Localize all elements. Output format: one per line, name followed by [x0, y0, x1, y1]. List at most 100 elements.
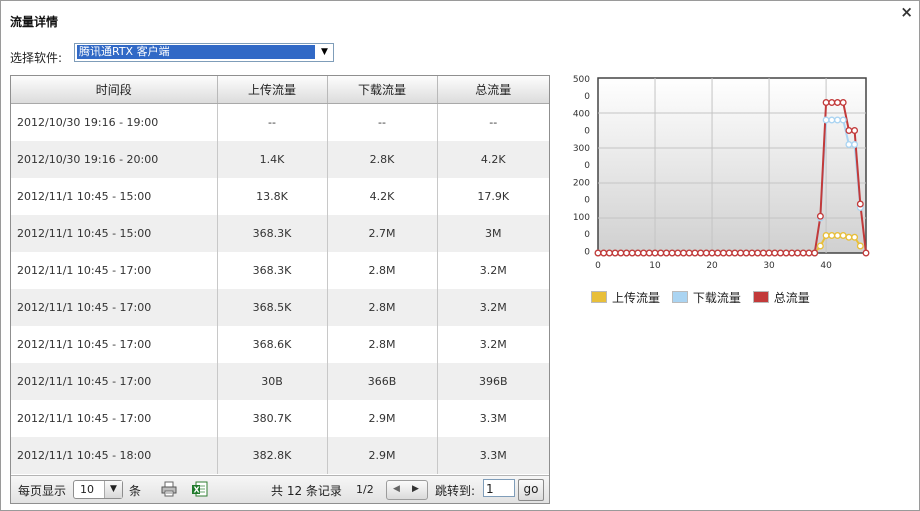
legend-label: 下载流量 [692, 291, 741, 305]
per-page-select[interactable]: 10 ▼ [73, 480, 123, 499]
data-point [611, 249, 619, 257]
table-row[interactable]: 2012/11/1 10:45 - 17:00 368.3K 2.8M 3.2M [11, 252, 549, 289]
record-count: 共 12 条记录 [271, 484, 342, 498]
next-page-icon[interactable]: ▶ [412, 484, 419, 494]
data-point [788, 249, 796, 257]
legend-label: 总流量 [773, 291, 810, 305]
go-button[interactable]: go [518, 479, 544, 501]
data-point [816, 212, 824, 220]
data-point [674, 249, 682, 257]
data-point [605, 249, 613, 257]
data-point [617, 249, 625, 257]
cell-upload: 368.3K [217, 252, 328, 289]
data-point [828, 232, 836, 239]
data-point [759, 249, 767, 257]
x-tick-label: 0 [595, 261, 601, 271]
jump-page-input[interactable]: 1 [483, 479, 515, 497]
data-point [685, 249, 693, 257]
cell-upload: 368.6K [217, 326, 328, 363]
data-point [816, 242, 824, 250]
table-row[interactable]: 2012/11/1 10:45 - 18:00 382.8K 2.9M 3.3M [11, 437, 549, 474]
table-row[interactable]: 2012/11/1 10:45 - 17:00 368.6K 2.8M 3.2M [11, 326, 549, 363]
y-tick-label: 0 [584, 196, 590, 206]
cell-period: 2012/11/1 10:45 - 17:00 [11, 363, 218, 400]
data-point [799, 249, 807, 257]
data-point [828, 99, 836, 106]
table-row[interactable]: 2012/11/1 10:45 - 17:00 368.5K 2.8M 3.2M [11, 289, 549, 326]
data-point [834, 99, 841, 106]
chart-legend: 上传流量 下载流量 总流量 [591, 289, 818, 306]
y-tick-label: 100 [573, 213, 590, 223]
data-point [856, 200, 864, 208]
data-point [737, 249, 745, 257]
data-point [845, 141, 853, 148]
cell-total: 3.2M [437, 289, 549, 326]
data-point [834, 232, 841, 239]
cell-total: -- [489, 116, 498, 129]
table-row[interactable]: 2012/11/1 10:45 - 17:00 30B 366B 396B [11, 363, 549, 400]
data-point [645, 249, 653, 257]
legend-item-download[interactable]: 下载流量 [671, 289, 741, 306]
data-point [600, 249, 608, 257]
excel-icon[interactable]: X [192, 481, 208, 497]
data-point [662, 249, 670, 257]
chevron-down-icon[interactable]: ▼ [104, 481, 122, 498]
x-tick-label: 40 [820, 261, 832, 271]
software-select[interactable]: 腾讯通RTX 客户端 ▼ [74, 43, 334, 62]
data-point [771, 249, 779, 257]
cell-upload: 382.8K [217, 437, 328, 474]
data-point [822, 232, 830, 239]
data-point [822, 99, 830, 106]
printer-icon[interactable] [161, 481, 177, 497]
cell-upload: 380.7K [217, 400, 328, 437]
data-point [702, 249, 710, 257]
table-row[interactable]: 2012/10/30 19:16 - 19:00 -- -- -- [11, 103, 549, 141]
legend-item-upload[interactable]: 上传流量 [591, 289, 660, 306]
table-header-row: 时间段 上传流量 下载流量 总流量 [11, 76, 549, 104]
cell-download: 2.8M [327, 252, 438, 289]
cell-download: 366B [327, 363, 438, 400]
data-point [657, 249, 665, 257]
table-row[interactable]: 2012/11/1 10:45 - 15:00 368.3K 2.7M 3M [11, 215, 549, 252]
legend-swatch [591, 291, 607, 303]
data-point [839, 116, 847, 124]
y-tick-label: 0 [584, 230, 590, 240]
data-point [680, 249, 687, 257]
prev-page-icon[interactable]: ◀ [393, 484, 400, 494]
cell-upload: -- [217, 103, 328, 141]
data-point [623, 249, 630, 257]
cell-total: 396B [437, 363, 549, 400]
page-nav-buttons: ◀ ▶ [386, 480, 428, 500]
table-row[interactable]: 2012/10/30 19:16 - 20:00 1.4K 2.8K 4.2K [11, 141, 549, 178]
software-select-label: 选择软件: [10, 51, 63, 65]
legend-label: 上传流量 [612, 291, 661, 305]
data-point [845, 127, 853, 134]
table-row[interactable]: 2012/11/1 10:45 - 17:00 380.7K 2.9M 3.3M [11, 400, 549, 437]
close-icon[interactable]: × [900, 4, 913, 20]
legend-swatch [752, 291, 769, 303]
cell-period: 2012/11/1 10:45 - 17:00 [11, 289, 218, 326]
column-header-upload[interactable]: 上传流量 [217, 76, 328, 104]
data-point [851, 233, 859, 241]
y-tick-label: 0 [584, 161, 590, 171]
data-point [668, 249, 676, 257]
chevron-down-icon[interactable]: ▼ [317, 45, 332, 60]
column-header-download[interactable]: 下载流量 [327, 76, 438, 104]
column-header-period[interactable]: 时间段 [11, 76, 218, 104]
svg-text:X: X [194, 486, 201, 495]
column-header-total[interactable]: 总流量 [437, 76, 549, 104]
data-point [754, 249, 762, 257]
legend-item-total[interactable]: 总流量 [752, 289, 810, 306]
table-row[interactable]: 2012/11/1 10:45 - 15:00 13.8K 4.2K 17.9K [11, 178, 549, 215]
data-point [651, 249, 659, 257]
data-point [748, 249, 756, 257]
data-point [794, 249, 802, 257]
data-point [725, 249, 733, 257]
data-point [731, 249, 739, 257]
cell-period: 2012/11/1 10:45 - 17:00 [11, 252, 218, 289]
jump-to-label: 跳转到: [435, 484, 476, 498]
cell-upload: 13.8K [217, 178, 328, 215]
data-point [634, 249, 642, 257]
cell-total: 3.3M [479, 412, 507, 425]
data-point [805, 249, 813, 257]
